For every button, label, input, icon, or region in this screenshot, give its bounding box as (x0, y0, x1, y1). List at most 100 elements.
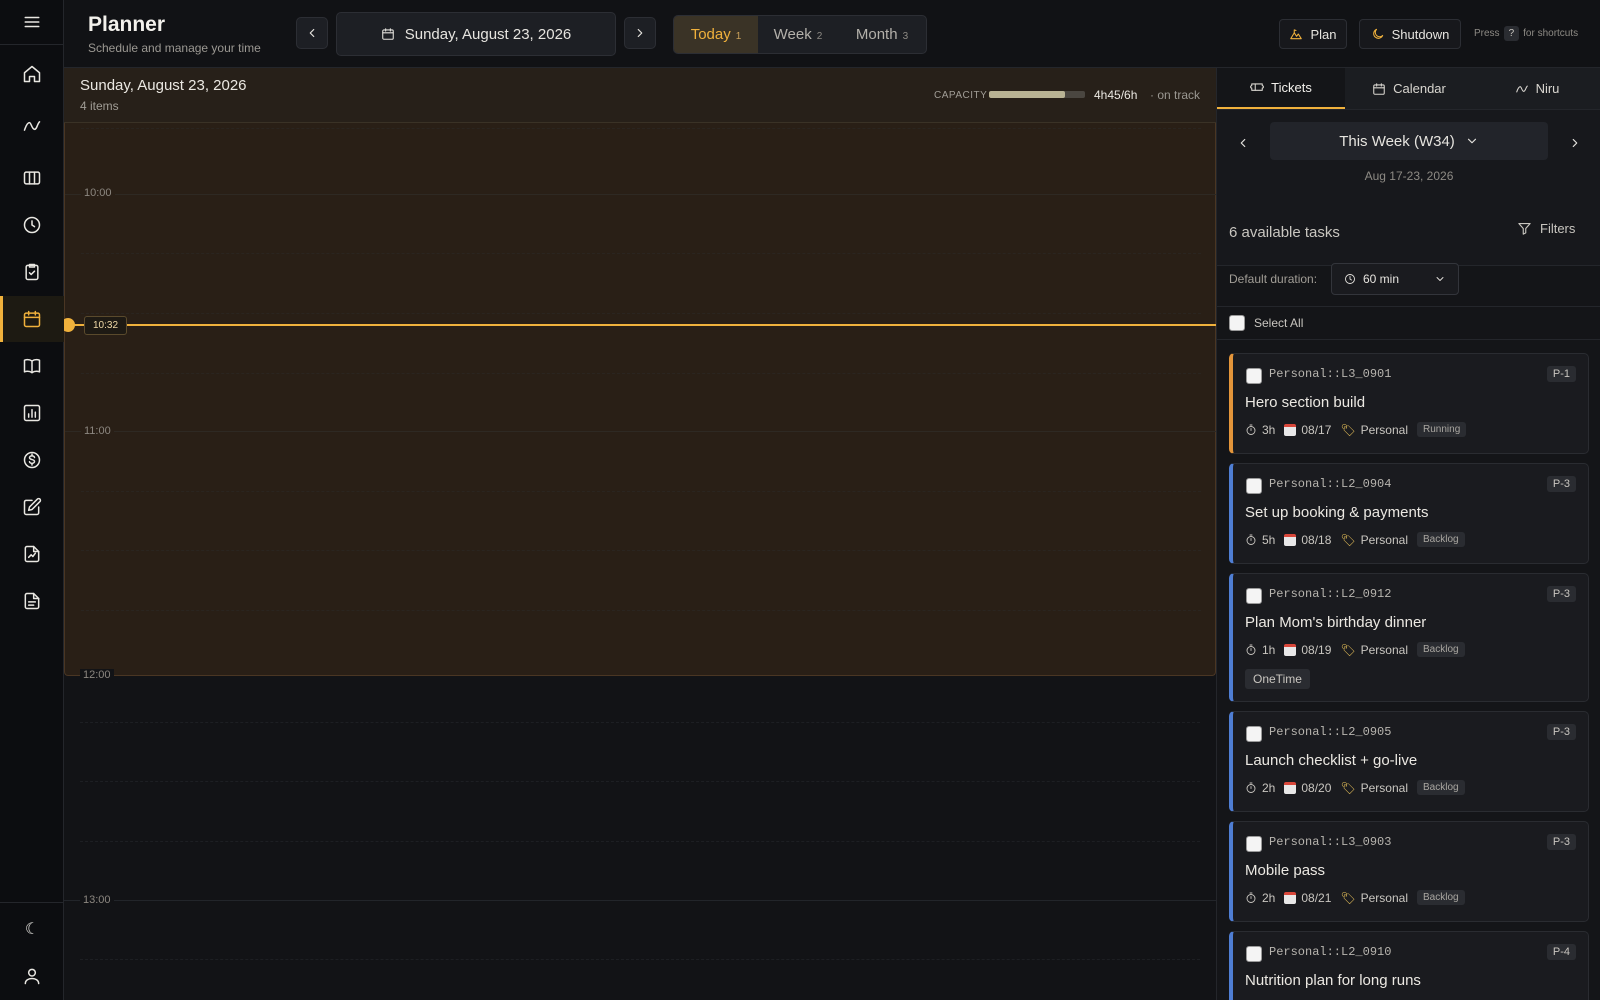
week-select[interactable]: This Week (W34) (1270, 122, 1548, 160)
next-day-button[interactable] (624, 17, 656, 49)
shortcut-key: ? (1503, 26, 1520, 41)
tab-week[interactable]: Week 2 (758, 16, 838, 53)
tab-calendar[interactable]: Calendar (1345, 68, 1473, 109)
clock-icon (1345, 274, 1355, 284)
sidebar-item-journal[interactable] (0, 343, 64, 389)
timer-icon (1246, 892, 1256, 903)
plan-button[interactable]: Plan (1279, 19, 1347, 49)
chevron-right-icon (637, 28, 643, 38)
calendar-date: Sunday, August 23, 2026 (80, 77, 247, 94)
task-checkbox[interactable] (1246, 726, 1262, 742)
priority-badge: P-3 (1546, 476, 1576, 492)
tab-niru[interactable]: Niru (1473, 68, 1600, 109)
tag-icon: 🏷 (1340, 642, 1356, 657)
task-card[interactable]: Personal::L3_0901 P-1 Hero section build… (1229, 353, 1589, 454)
menu-button[interactable] (0, 0, 63, 45)
tag-icon: 🏷 (1340, 532, 1356, 547)
user-icon (24, 968, 40, 985)
task-meta: 2h 08/20 🏷 Personal Backlog (1245, 780, 1465, 795)
tag-icon: 🏷 (1340, 422, 1356, 437)
task-card[interactable]: Personal::L2_0905 P-3 Launch checklist +… (1229, 711, 1589, 812)
sidebar-item-documents[interactable] (0, 578, 64, 624)
default-duration-select[interactable]: 60 min (1331, 263, 1459, 295)
activity-icon (1515, 85, 1528, 92)
home-icon (23, 65, 41, 83)
status-badge: Backlog (1417, 532, 1465, 547)
sidebar-item-finance[interactable] (0, 437, 64, 483)
priority-badge: P-3 (1546, 834, 1576, 850)
tab-month[interactable]: Month 3 (838, 16, 926, 53)
task-checkbox[interactable] (1246, 946, 1262, 962)
document-icon (24, 592, 40, 610)
task-checkbox[interactable] (1246, 836, 1262, 852)
chevron-down-icon (1436, 277, 1444, 281)
scheduled-block[interactable]: 10:00 11:00 (64, 123, 1216, 676)
task-title: Launch checklist + go-live (1245, 752, 1418, 769)
date-picker-button[interactable]: Sunday, August 23, 2026 (336, 12, 616, 56)
page-title: Planner (88, 13, 166, 36)
status-badge: Backlog (1417, 780, 1465, 795)
sidebar-divider (0, 902, 64, 903)
prev-week-button[interactable] (1230, 130, 1256, 156)
shutdown-button[interactable]: Shutdown (1359, 19, 1461, 49)
book-icon (23, 358, 41, 374)
sidebar-item-planner[interactable] (0, 296, 64, 342)
hamburger-icon (24, 16, 39, 28)
chevron-left-icon (1240, 138, 1246, 148)
sidebar-item-reports[interactable] (0, 390, 64, 436)
filters-button[interactable]: Filters (1517, 221, 1575, 236)
week-range: Aug 17-23, 2026 (1364, 169, 1454, 183)
priority-badge: P-3 (1546, 586, 1576, 602)
clock-icon (23, 216, 41, 234)
hour-label: 12:00 (80, 669, 114, 681)
task-checkbox[interactable] (1246, 588, 1262, 604)
task-checkbox[interactable] (1246, 368, 1262, 384)
select-all-row: Select All (1217, 306, 1600, 340)
calendar-icon (23, 310, 41, 328)
task-id: Personal::L2_0904 (1269, 477, 1392, 491)
select-all-checkbox[interactable] (1229, 315, 1245, 331)
recurrence-tag: OneTime (1245, 669, 1310, 689)
sidebar-item-home[interactable] (0, 51, 64, 97)
tab-tickets[interactable]: Tickets (1217, 68, 1345, 109)
task-id: Personal::L3_0903 (1269, 835, 1392, 849)
user-profile[interactable] (0, 953, 64, 999)
tag-icon: 🏷 (1340, 780, 1356, 795)
sidebar-item-board[interactable] (0, 155, 64, 201)
week-selector-bar: This Week (W34) Aug 17-23, 2026 (1217, 110, 1600, 266)
mountain-icon (1290, 29, 1303, 40)
tab-today[interactable]: Today 1 (674, 16, 758, 53)
sidebar-item-notes[interactable] (0, 484, 64, 530)
timer-icon (1246, 644, 1256, 655)
task-card[interactable]: Personal::L2_0904 P-3 Set up booking & p… (1229, 463, 1589, 564)
current-time-line (64, 324, 1216, 326)
current-time-label: 10:32 (84, 316, 128, 335)
calendar-icon (1284, 781, 1297, 794)
priority-badge: P-3 (1546, 724, 1576, 740)
calendar-day-header: Sunday, August 23, 2026 4 items CAPACITY… (64, 68, 1216, 123)
hour-line (65, 431, 1216, 432)
prev-day-button[interactable] (296, 17, 328, 49)
calendar-icon (1284, 891, 1297, 904)
sidebar-item-tasks[interactable] (0, 249, 64, 295)
task-checkbox[interactable] (1246, 478, 1262, 494)
task-card[interactable]: Personal::L2_0912 P-3 Plan Mom's birthda… (1229, 573, 1589, 702)
calendar-icon (1373, 82, 1385, 95)
task-meta: 5h 08/18 🏷 Personal Backlog (1245, 532, 1465, 547)
hour-label: 11:00 (81, 425, 114, 437)
task-card[interactable]: Personal::L3_0903 P-3 Mobile pass 2h 08/… (1229, 821, 1589, 922)
task-title: Set up booking & payments (1245, 504, 1429, 521)
panel-tabs: Tickets Calendar Niru (1217, 68, 1600, 110)
next-week-button[interactable] (1562, 130, 1588, 156)
sidebar-item-analytics[interactable] (0, 531, 64, 577)
calendar-icon (1284, 423, 1297, 436)
task-title: Nutrition plan for long runs (1245, 972, 1421, 989)
tickets-panel: Tickets Calendar Niru This Week (W34) Au… (1216, 68, 1600, 1000)
sidebar-item-time[interactable] (0, 202, 64, 248)
theme-toggle[interactable]: ☾ (0, 906, 64, 952)
task-title: Plan Mom's birthday dinner (1245, 614, 1427, 631)
task-card[interactable]: Personal::L2_0910 P-4 Nutrition plan for… (1229, 931, 1589, 1000)
task-title: Hero section build (1245, 394, 1366, 411)
capacity-status: · on track (1150, 88, 1201, 102)
sidebar-item-activity[interactable] (0, 103, 64, 149)
